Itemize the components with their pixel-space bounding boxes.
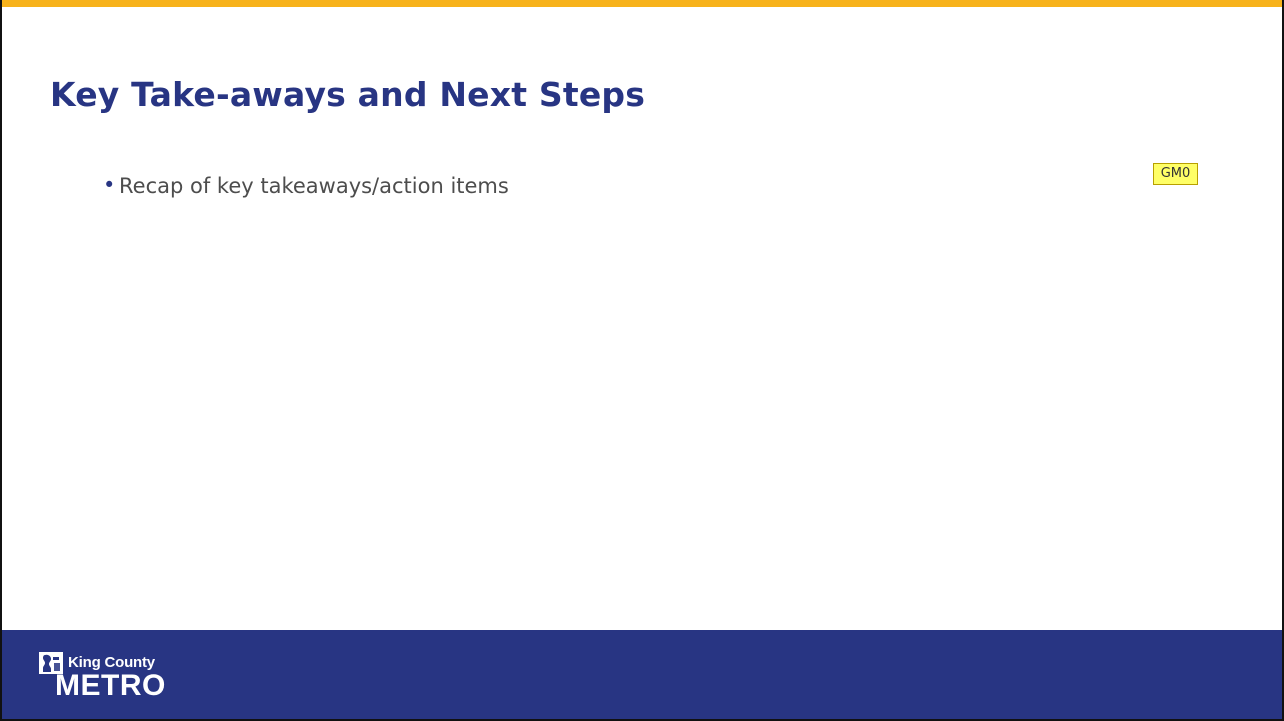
bullet-item: • Recap of key takeaways/action items (102, 167, 509, 205)
bullet-dot-icon: • (103, 173, 116, 197)
slide-title: Key Take-aways and Next Steps (50, 75, 646, 114)
comment-marker[interactable]: GM0 (1153, 163, 1198, 185)
accent-top-bar (2, 0, 1282, 7)
slide: Key Take-aways and Next Steps • Recap of… (0, 0, 1284, 721)
footer-band: King County METRO (2, 630, 1282, 719)
bullet-text: Recap of key takeaways/action items (119, 174, 509, 198)
logo-metro-text: METRO (55, 669, 166, 702)
king-county-metro-logo: King County METRO (39, 650, 209, 710)
bullet-list: • Recap of key takeaways/action items (102, 167, 509, 205)
